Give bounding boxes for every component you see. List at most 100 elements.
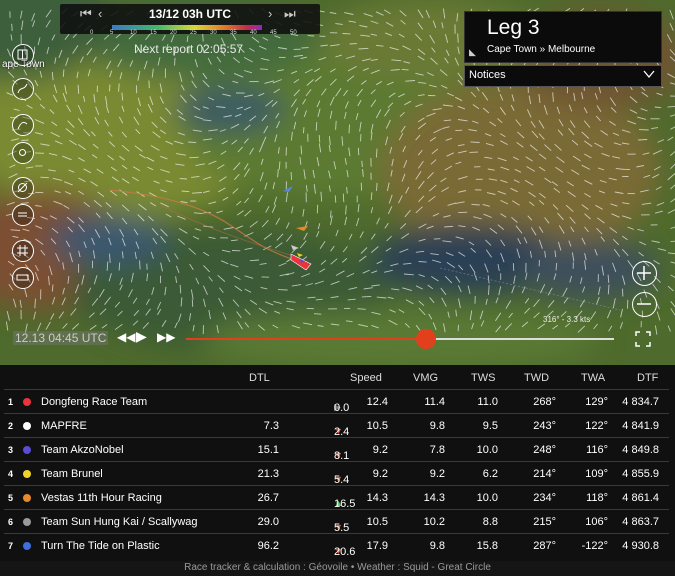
rank-number: 5 (8, 493, 14, 503)
fullscreen-icon[interactable] (635, 331, 651, 347)
play-icon[interactable]: ▶ (136, 328, 147, 345)
skip-forward-icon[interactable]: ⏭ (284, 6, 296, 22)
cell-speed: 17.9 (366, 540, 388, 552)
team-name[interactable]: Dongfeng Race Team (41, 396, 147, 408)
rank-number: 6 (8, 517, 14, 527)
wind-readout: 316° - 3.3 kts (543, 315, 591, 324)
zoom-in-button[interactable] (632, 261, 657, 286)
leg-title: Leg 3 (487, 16, 540, 39)
header-speed[interactable]: Speed (350, 372, 382, 384)
cell-speed: 10.5 (366, 420, 388, 432)
cell-dtl: 29.0 (257, 516, 279, 528)
cell-dtl: 26.7 (257, 492, 279, 504)
header-vmg[interactable]: VMG (413, 372, 438, 384)
book-icon[interactable] (12, 44, 34, 66)
table-row[interactable]: 1 Dongfeng Race Team ▶ 0.0 12.4 11.4 11.0 268° 1… (4, 389, 669, 414)
table-row[interactable]: 2 MAPFRE 7.3 ▼ 2.4 10.5 9.8 9.5 243° 122° 4 841.9 (4, 413, 669, 438)
layers-icon[interactable] (12, 204, 34, 226)
cell-vmg: 7.8 (429, 444, 445, 456)
weather-map[interactable]: ⏮ ‹ 13/12 03h UTC › ⏭ 0 5 10 15 20 25 30 35 40 45… (0, 0, 675, 365)
rewind-icon[interactable]: ◀◀ (117, 330, 135, 344)
team-color-dot (23, 518, 31, 526)
wind-scale-tick: 0 (90, 30, 94, 36)
team-name[interactable]: Team Sun Hung Kai / Scallywag (41, 516, 198, 528)
cell-twd: 268° (533, 396, 556, 408)
cell-vmg: 10.2 (423, 516, 445, 528)
chevron-right-icon[interactable]: › (268, 6, 272, 21)
cell-dtf: 4 849.8 (622, 444, 659, 456)
cell-tws: 9.5 (482, 420, 498, 432)
table-row[interactable]: 4 Team Brunel 21.3 ▼ 5.4 9.2 9.2 6.2 214° 109° 4 8… (4, 461, 669, 486)
compass-icon[interactable] (12, 177, 34, 199)
cell-tws: 10.0 (476, 492, 498, 504)
header-twa[interactable]: TWA (581, 372, 605, 384)
header-twd[interactable]: TWD (524, 372, 549, 384)
cell-speed: 9.2 (372, 468, 388, 480)
team-name[interactable]: MAPFRE (41, 420, 87, 432)
wind-scale-tick: 25 (190, 30, 197, 36)
header-tws[interactable]: TWS (471, 372, 495, 384)
team-name[interactable]: Team AkzoNobel (41, 444, 124, 456)
cell-twd: 243° (533, 420, 556, 432)
cell-twd: 215° (533, 516, 556, 528)
leg-route: Cape Town » Melbourne (487, 44, 596, 55)
team-name[interactable]: Vestas 11th Hour Racing (41, 492, 162, 504)
cell-dtf: 4 855.9 (622, 468, 659, 480)
grid-icon[interactable] (12, 240, 34, 262)
table-row[interactable]: 5 Vestas 11th Hour Racing 26.7 ▲ 16.5 14.3 14.… (4, 485, 669, 510)
cell-vmg: 9.2 (429, 468, 445, 480)
team-name[interactable]: Turn The Tide on Plastic (41, 540, 160, 552)
ruler-icon[interactable] (12, 267, 34, 289)
cell-dtf: 4 863.7 (622, 516, 659, 528)
rank-number: 2 (8, 421, 14, 431)
playback-handle[interactable] (415, 329, 436, 349)
cell-dtl: 7.3 (263, 420, 279, 432)
rank-number: 4 (8, 469, 14, 479)
wind-scale-tick: 20 (170, 30, 177, 36)
wind-scale-tick: 30 (210, 30, 217, 36)
cell-twd: 287° (533, 540, 556, 552)
cell-dtf: 4 930.8 (622, 540, 659, 552)
cell-twd: 214° (533, 468, 556, 480)
table-row[interactable]: 6 Team Sun Hung Kai / Scallywag 29.0 ▼ 5.5 10… (4, 509, 669, 534)
cell-tws: 8.8 (482, 516, 498, 528)
wind-scale-tick: 10 (130, 30, 137, 36)
ranking-table: DTL Speed VMG TWS TWD TWA DTF 1 Dongfeng … (0, 365, 675, 561)
cell-speed: 10.5 (366, 516, 388, 528)
leg-panel[interactable]: Leg 3 Cape Town » Melbourne ◣ (464, 11, 662, 63)
camera-icon[interactable] (12, 142, 34, 164)
notices-label: Notices (469, 69, 506, 81)
cell-vmg: 14.3 (423, 492, 445, 504)
header-dtl[interactable]: DTL (249, 372, 270, 384)
zoom-out-button[interactable] (632, 292, 657, 317)
team-color-dot (23, 398, 31, 406)
rank-number: 7 (8, 541, 14, 551)
forecast-date: 13/12 03h UTC (148, 7, 232, 21)
cell-dtf: 4 841.9 (622, 420, 659, 432)
cell-twd: 234° (533, 492, 556, 504)
cell-dtl: 15.1 (257, 444, 279, 456)
wind-scale-tick: 45 (270, 30, 277, 36)
table-row[interactable]: 7 Turn The Tide on Plastic 96.2 ▼ 20.6 17.9 9.… (4, 533, 669, 558)
wind-scale-tick: 35 (230, 30, 237, 36)
team-name[interactable]: Team Brunel (41, 468, 103, 480)
cell-vmg: 9.8 (429, 420, 445, 432)
great-circle-icon[interactable] (12, 114, 34, 136)
cell-speed: 12.4 (366, 396, 388, 408)
wind-scale-tick: 40 (250, 30, 257, 36)
cell-dtl: 21.3 (257, 468, 279, 480)
rank-number: 3 (8, 445, 14, 455)
next-report: Next report 02:05:57 (134, 42, 243, 56)
header-dtf[interactable]: DTF (637, 372, 658, 384)
notices-dropdown[interactable]: Notices (464, 65, 662, 87)
next-report-label: Next report (134, 42, 194, 56)
table-row[interactable]: 3 Team AkzoNobel 15.1 ▼ 8.1 9.2 7.8 10.0 248° 116… (4, 437, 669, 462)
collapse-corner-icon[interactable]: ◣ (469, 47, 476, 58)
next-report-value: 02:05:57 (196, 42, 244, 56)
cell-tws: 11.0 (477, 396, 498, 408)
playback-progress (186, 338, 426, 340)
route-icon[interactable] (12, 78, 34, 100)
cell-vmg: 11.4 (424, 396, 445, 408)
team-color-dot (23, 494, 31, 502)
fast-forward-icon[interactable]: ▶▶ (157, 330, 175, 344)
